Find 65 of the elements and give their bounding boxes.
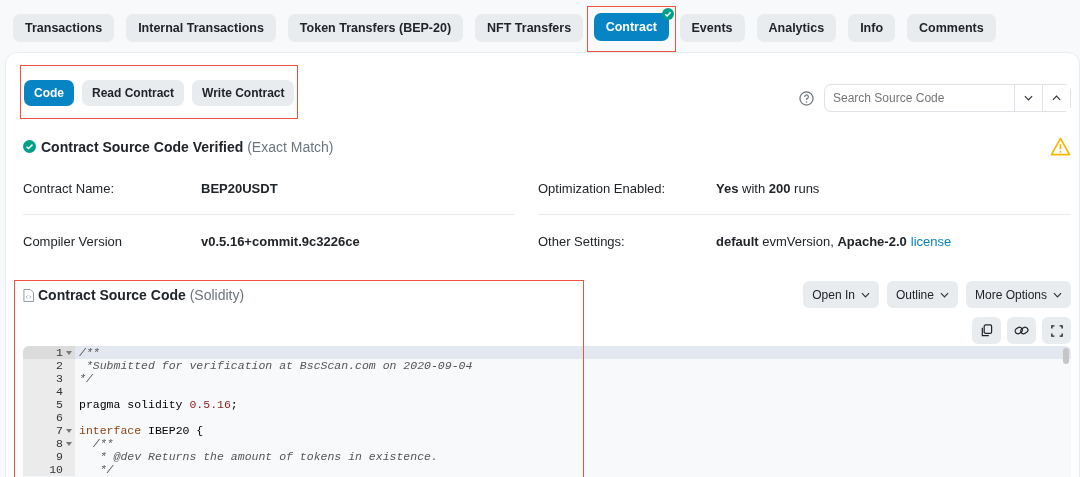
copy-button[interactable] — [972, 317, 1001, 344]
code-line: pragma solidity 0.5.16; — [78, 398, 238, 411]
tab[interactable]: NFT Transfers — [475, 14, 584, 42]
fold-arrow-icon[interactable] — [66, 428, 72, 433]
detail-label: Optimization Enabled: — [538, 180, 666, 196]
code-line: /** — [78, 346, 100, 359]
link-icon — [1014, 324, 1029, 337]
code-line: * @dev Returns the amount of tokens in existence. — [98, 450, 438, 463]
detail-label: Compiler Version — [23, 233, 122, 249]
detail-value: default evmVersion, Apache-2.0 — [716, 233, 907, 249]
copy-icon — [980, 324, 993, 337]
tab[interactable]: Info — [848, 14, 896, 42]
line-number: 4 — [56, 385, 63, 398]
chevron-down-icon — [1024, 95, 1033, 101]
fullscreen-icon — [1050, 324, 1063, 337]
section-title: Contract Source Code (Solidity) — [38, 287, 245, 303]
tab[interactable]: Contract — [593, 12, 670, 41]
line-number: 10 — [49, 463, 63, 476]
code-line: */ — [98, 463, 114, 476]
line-number: 2 — [56, 359, 63, 372]
scrollbar-thumb[interactable] — [1063, 348, 1069, 364]
code-line: *Submitted for verification at BscScan.com on 2020-09-04 — [84, 359, 473, 372]
dropdown-button[interactable]: Open In — [803, 281, 879, 308]
search-input[interactable]: Search Source Code — [825, 85, 1014, 111]
line-number: 5 — [56, 398, 63, 411]
help-icon[interactable] — [799, 90, 814, 106]
subtab[interactable]: Write Contract — [192, 80, 295, 106]
code-file-icon — [23, 288, 34, 302]
line-number: 9 — [56, 450, 63, 463]
line-number: 7 — [56, 424, 63, 437]
search-field[interactable]: Search Source Code — [824, 84, 1071, 112]
tab[interactable]: Internal Transactions — [126, 14, 276, 42]
detail-label: Other Settings: — [538, 233, 625, 249]
code-line: interface IBEP20 { — [78, 424, 204, 437]
license-link[interactable]: license — [910, 233, 952, 249]
dropdown-button[interactable]: Outline — [886, 281, 958, 308]
detail-value: BEP20USDT — [201, 180, 278, 196]
code-line: */ — [78, 372, 93, 385]
caret-icon — [860, 291, 870, 298]
dropdown-button[interactable]: More Options — [965, 281, 1071, 308]
fullscreen-button[interactable] — [1042, 317, 1071, 344]
check-circle-icon — [23, 140, 36, 153]
detail-value: Yes with 200 runs — [716, 180, 820, 196]
tab[interactable]: Analytics — [756, 14, 837, 42]
code-line: /** — [91, 437, 114, 450]
fold-arrow-icon[interactable] — [66, 441, 72, 446]
code-editor[interactable]: 1 /** 2 *Submitted for verification at BscScan.com on 2020-09-04 3 */ 4 5 pragma solidity 0.5.16; 6 7 interface IBEP20 { 8 /** 9 * @dev Returns the amount of tokens in existence. 10 */ — [23, 346, 1071, 477]
tab[interactable]: Events — [679, 14, 745, 42]
detail-value: v0.5.16+commit.9c3226ce — [201, 233, 360, 249]
subtab[interactable]: Read Contract — [82, 80, 184, 106]
line-number: 3 — [56, 372, 63, 385]
fold-arrow-icon[interactable] — [66, 350, 72, 355]
line-number: 6 — [56, 411, 63, 424]
tab[interactable]: Transactions — [13, 14, 115, 42]
verification-status: Contract Source Code Verified (Exact Match) — [41, 138, 334, 155]
caret-icon — [939, 291, 949, 298]
line-number: 1 — [56, 346, 63, 359]
tab[interactable]: Token Transfers (BEP-20) — [287, 14, 464, 42]
caret-icon — [1053, 291, 1062, 298]
subtab[interactable]: Code — [24, 80, 74, 106]
link-button[interactable] — [1007, 317, 1036, 344]
line-number: 8 — [56, 437, 63, 450]
tab[interactable]: Comments — [907, 14, 996, 42]
detail-label: Contract Name: — [23, 180, 115, 196]
chevron-up-icon — [1052, 95, 1061, 101]
